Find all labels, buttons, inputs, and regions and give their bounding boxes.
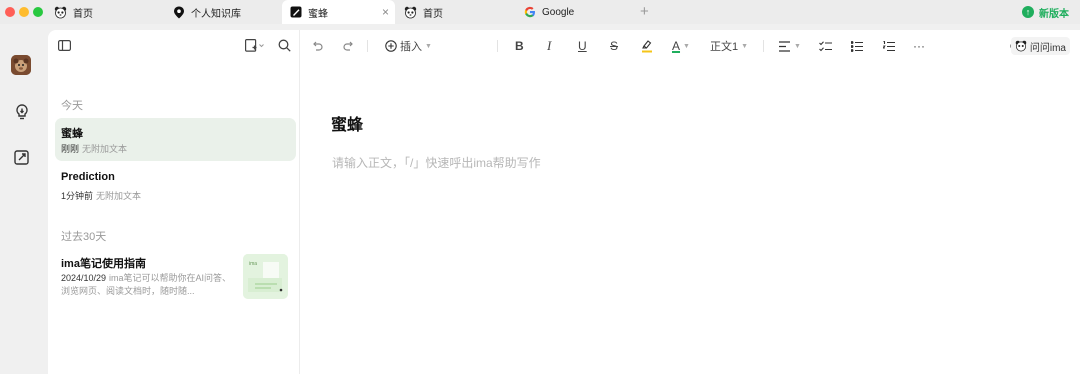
- lightbulb-icon[interactable]: [13, 103, 31, 121]
- chevron-down-icon: ▼: [425, 42, 432, 50]
- align-button[interactable]: ▼: [779, 38, 801, 54]
- section-today-label: 今天: [61, 100, 83, 112]
- plus-circle-icon: [385, 40, 397, 52]
- tab-label: Google: [542, 6, 575, 18]
- google-icon: [523, 6, 536, 19]
- editor-toolbar: 插入 ▼ B I U S A ▼ 正文1 ▼ ▼ ··· 问问ima: [301, 30, 1080, 62]
- note-title: 蜜蜂: [61, 128, 83, 140]
- ask-ima-label: 问问ima: [1029, 42, 1066, 54]
- note-icon: [289, 6, 302, 19]
- note-body-editor[interactable]: 请输入正文，「/」快速呼出ima帮助写作: [332, 154, 541, 171]
- tab-close-button[interactable]: ×: [382, 5, 389, 19]
- paragraph-style-dropdown[interactable]: 正文1 ▼: [710, 38, 748, 54]
- new-note-icon[interactable]: [245, 39, 265, 52]
- ask-ima-button[interactable]: 问问ima: [1010, 37, 1070, 55]
- insert-button[interactable]: 插入 ▼: [385, 38, 432, 54]
- tab-label: 蜜蜂: [308, 8, 328, 20]
- list-item[interactable]: Prediction 1分钟前 无附加文本: [55, 164, 296, 207]
- highlight-icon[interactable]: [641, 38, 653, 54]
- note-thumbnail: ima: [243, 254, 288, 299]
- tab-bee-note[interactable]: 蜜蜂 ×: [282, 0, 395, 24]
- note-title-field[interactable]: 蜜蜂: [331, 111, 363, 135]
- section-30days-label: 过去30天: [61, 231, 107, 243]
- chevron-down-icon: ▼: [794, 42, 801, 50]
- new-version-button[interactable]: ↑ 新版本: [1022, 4, 1069, 20]
- close-window-button[interactable]: [5, 7, 15, 17]
- note-summary: 无附加文本: [96, 191, 142, 201]
- bullet-list-icon[interactable]: [851, 38, 863, 54]
- numbered-list-icon[interactable]: [883, 38, 895, 54]
- undo-icon[interactable]: [311, 38, 323, 54]
- tab-label: 首页: [423, 8, 443, 20]
- paragraph-style-label: 正文1: [710, 41, 739, 53]
- panda-icon: [1015, 40, 1027, 52]
- chevron-down-icon: ▼: [741, 42, 749, 50]
- tab-label: 首页: [73, 8, 93, 20]
- toolbar-divider: [367, 40, 368, 52]
- avatar[interactable]: [11, 55, 31, 75]
- insert-label: 插入: [400, 41, 422, 53]
- new-tab-button[interactable]: +: [640, 3, 649, 20]
- note-time: 1分钟前: [61, 191, 94, 201]
- italic-button[interactable]: I: [547, 38, 551, 54]
- notes-sidebar: 今天 蜜蜂 刚刚 无附加文本 Prediction 1分钟前 无附加文本 过去30天…: [48, 30, 300, 374]
- note-time: 2024/10/29: [61, 273, 107, 283]
- tab-home-1[interactable]: 首页: [54, 0, 164, 24]
- align-left-icon: [779, 40, 790, 52]
- tab-label: 个人知识库: [191, 8, 241, 20]
- left-rail: [0, 24, 48, 374]
- redo-icon[interactable]: [343, 38, 355, 54]
- sidebar-toolbar: [48, 30, 300, 62]
- location-pin-icon: [172, 6, 185, 19]
- toolbar-divider: [763, 40, 764, 52]
- font-color-label: A: [672, 39, 681, 53]
- font-color-button[interactable]: A ▼: [672, 38, 690, 54]
- note-title: ima笔记使用指南: [61, 258, 146, 270]
- checklist-icon[interactable]: [819, 38, 832, 54]
- list-item[interactable]: 蜜蜂 刚刚 无附加文本: [55, 118, 296, 161]
- new-version-label: 新版本: [1039, 8, 1069, 20]
- sidebar-toggle-icon[interactable]: [58, 40, 71, 51]
- toolbar-divider: [497, 40, 498, 52]
- maximize-window-button[interactable]: [33, 7, 43, 17]
- more-button[interactable]: ···: [913, 38, 925, 54]
- edit-note-icon[interactable]: [13, 148, 31, 166]
- note-time: 刚刚: [61, 144, 80, 154]
- note-summary: 无附加文本: [82, 144, 128, 154]
- thumbnail-label: ima: [249, 261, 258, 267]
- main-panel: 今天 蜜蜂 刚刚 无附加文本 Prediction 1分钟前 无附加文本 过去30天…: [48, 30, 1080, 374]
- tab-knowledge-base[interactable]: 个人知识库: [172, 0, 280, 24]
- tab-home-2[interactable]: 首页: [404, 0, 514, 24]
- tab-google[interactable]: Google: [523, 0, 633, 24]
- note-title: Prediction: [61, 171, 115, 183]
- panda-icon: [404, 6, 417, 19]
- upgrade-arrow-icon: ↑: [1022, 6, 1034, 18]
- strikethrough-button[interactable]: S: [610, 38, 618, 54]
- note-meta: 刚刚 无附加文本: [61, 142, 127, 155]
- underline-button[interactable]: U: [578, 38, 587, 54]
- list-item[interactable]: ima笔记使用指南 2024/10/29 ima笔记可以帮助你在AI问答、浏览网页…: [55, 250, 296, 305]
- bold-button[interactable]: B: [515, 38, 524, 54]
- minimize-window-button[interactable]: [19, 7, 29, 17]
- tab-bar: 首页 个人知识库 蜜蜂 × 首页 Google + ↑ 新版本: [0, 0, 1080, 24]
- note-meta: 1分钟前 无附加文本: [61, 189, 141, 202]
- search-icon[interactable]: [278, 39, 291, 52]
- panda-icon: [54, 6, 67, 19]
- note-meta: 2024/10/29 ima笔记可以帮助你在AI问答、浏览网页、阅读文档时，随时随…: [61, 272, 233, 298]
- chevron-down-icon: ▼: [683, 42, 690, 50]
